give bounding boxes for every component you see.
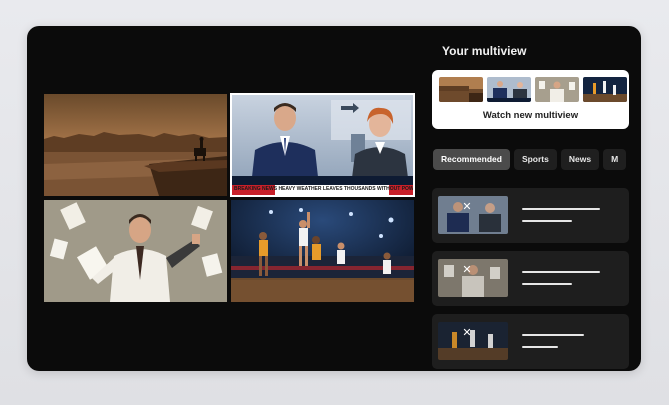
thumb-news (487, 77, 531, 102)
tv-screen: BREAKING NEWS HEAVY WEATHER LEAVES THOUS… (27, 26, 641, 371)
thumb-western (439, 77, 483, 102)
multiview-grid: BREAKING NEWS HEAVY WEATHER LEAVES THOUS… (44, 93, 415, 302)
close-icon: ✕ (462, 264, 472, 276)
row-subtitle-placeholder (522, 220, 572, 222)
basketball-tile[interactable] (231, 200, 414, 302)
western-desert-image (44, 94, 227, 196)
office-man-image (44, 200, 227, 302)
thumb-office (535, 77, 579, 102)
category-chips: Recommended Sports News M (433, 149, 641, 171)
row-title-placeholder (522, 271, 600, 273)
row-title-placeholder (522, 334, 584, 336)
office-man-tile[interactable] (44, 200, 227, 302)
chip-recommended[interactable]: Recommended (433, 149, 510, 170)
row-thumbnail (438, 259, 508, 297)
recommendation-row[interactable]: ✕ (432, 314, 629, 369)
chip-more[interactable]: M (603, 149, 627, 170)
news-anchors-image (231, 94, 414, 196)
thumb-basketball (583, 77, 627, 102)
watch-new-multiview-label: Watch new multiview (482, 110, 579, 121)
row-subtitle-placeholder (522, 346, 558, 348)
close-icon: ✕ (462, 201, 472, 213)
news-anchors-tile[interactable]: BREAKING NEWS HEAVY WEATHER LEAVES THOUS… (230, 93, 415, 197)
row-subtitle-placeholder (522, 283, 572, 285)
panel-title: Your multiview (442, 44, 527, 58)
row-title-placeholder (522, 208, 600, 210)
basketball-image (231, 200, 414, 302)
chip-news[interactable]: News (560, 149, 600, 170)
row-thumbnail (438, 196, 508, 234)
watch-new-multiview-card[interactable]: Watch new multiview (432, 70, 629, 129)
news-ticker: BREAKING NEWS HEAVY WEATHER LEAVES THOUS… (234, 186, 413, 192)
row-thumbnail (438, 322, 508, 360)
recommendation-row[interactable]: ✕ (432, 188, 629, 243)
multiview-panel: Your multiview Watch new multiview Recom… (432, 26, 641, 371)
close-icon: ✕ (462, 327, 472, 339)
recommendation-row[interactable]: ✕ (432, 251, 629, 306)
chip-sports[interactable]: Sports (513, 149, 557, 170)
western-desert-tile[interactable] (44, 94, 227, 196)
multiview-thumbnails (439, 77, 627, 102)
